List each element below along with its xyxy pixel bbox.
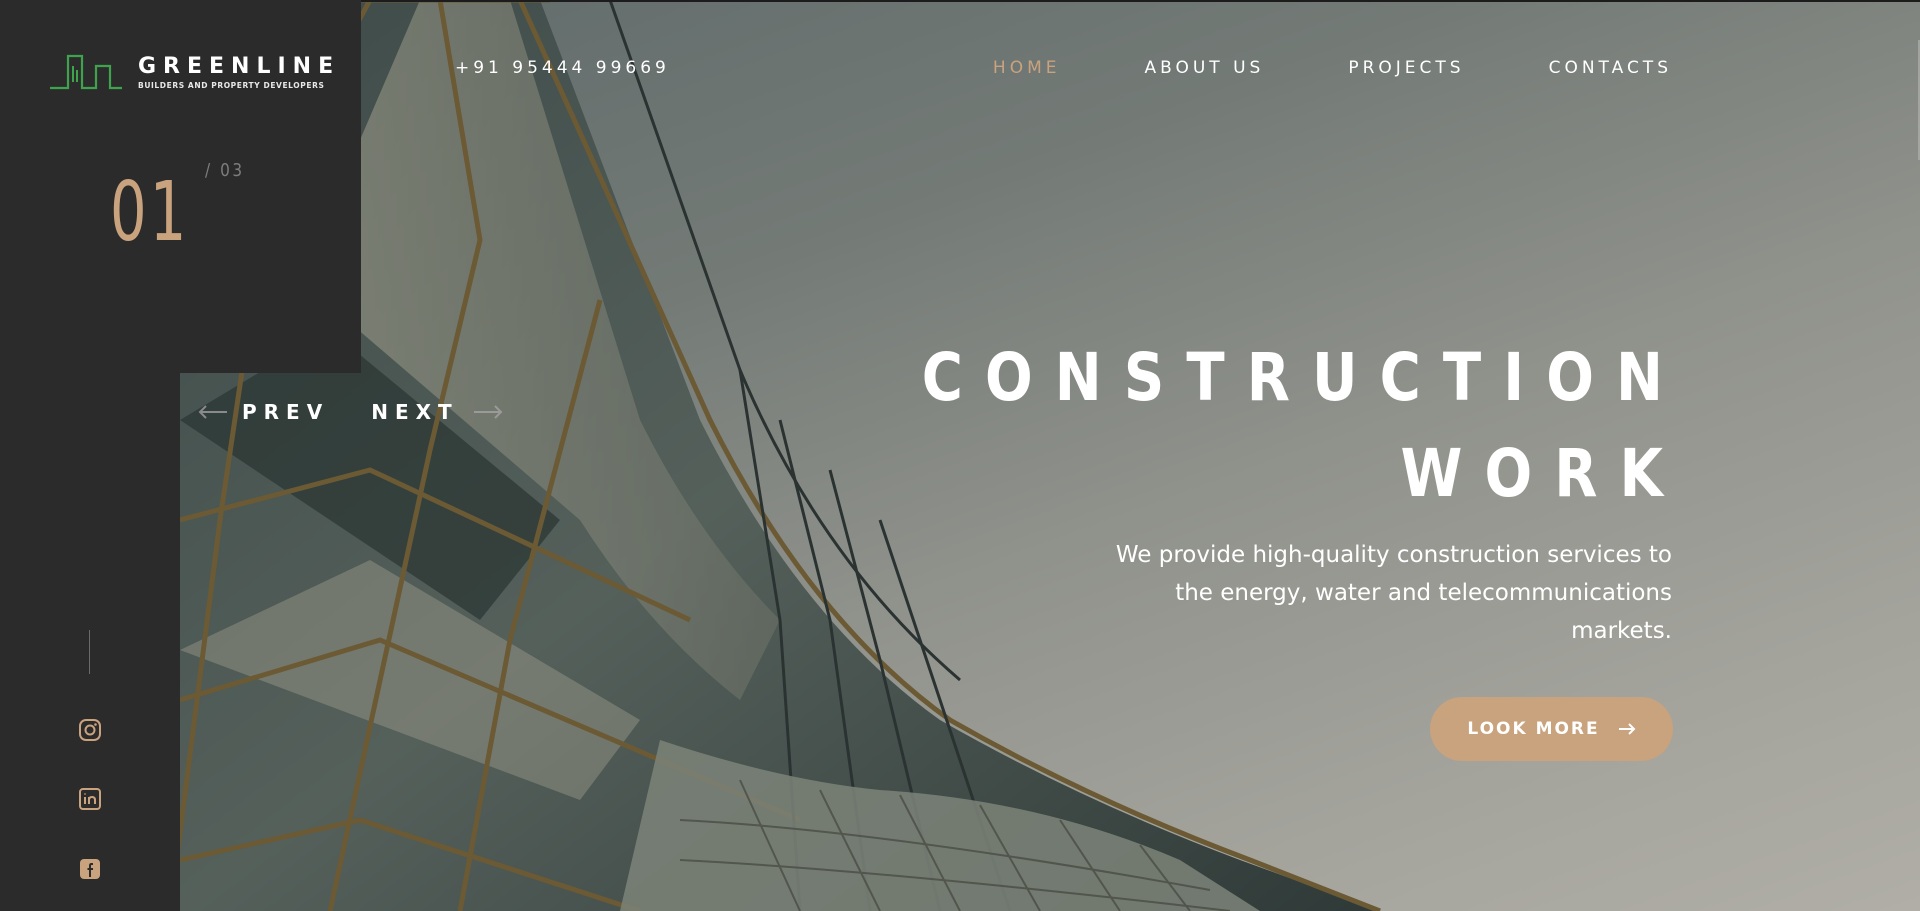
brand-panel: GREENLINE BUILDERS AND PROPERTY DEVELOPE…	[0, 0, 361, 373]
sidebar-divider	[89, 630, 90, 674]
instagram-icon[interactable]	[78, 718, 102, 742]
look-more-button[interactable]: LOOK MORE	[1430, 697, 1673, 761]
arrow-right-icon	[1618, 723, 1636, 735]
hero-title: CONSTRUCTION WORK	[922, 330, 1685, 522]
hero-title-line-1: CONSTRUCTION	[921, 339, 1685, 416]
slider-navigation: PREV NEXT	[198, 400, 503, 424]
logo-text: GREENLINE BUILDERS AND PROPERTY DEVELOPE…	[138, 54, 340, 91]
nav-home[interactable]: HOME	[993, 58, 1061, 78]
prev-button[interactable]: PREV	[198, 400, 329, 424]
main-nav: HOME ABOUT US PROJECTS CONTACTS	[993, 58, 1672, 78]
nav-projects[interactable]: PROJECTS	[1348, 58, 1464, 78]
arrow-right-icon	[473, 405, 503, 419]
arrow-left-icon	[198, 405, 227, 419]
slide-counter-current: 01	[110, 165, 190, 260]
nav-contacts[interactable]: CONTACTS	[1549, 58, 1672, 78]
look-more-label: LOOK MORE	[1467, 719, 1600, 739]
building-logo-icon	[50, 54, 122, 90]
nav-about-us[interactable]: ABOUT US	[1144, 58, 1264, 78]
hero-description: We provide high-quality construction ser…	[1115, 542, 1672, 644]
next-button[interactable]: NEXT	[371, 400, 503, 424]
top-border	[360, 0, 1920, 2]
phone-number[interactable]: +91 95444 99669	[455, 58, 670, 78]
next-label: NEXT	[371, 400, 459, 424]
prev-label: PREV	[242, 400, 330, 424]
logo[interactable]: GREENLINE BUILDERS AND PROPERTY DEVELOPE…	[48, 52, 340, 92]
linkedin-icon[interactable]	[78, 787, 102, 811]
hero-title-line-2: WORK	[1400, 435, 1685, 512]
brand-name: GREENLINE	[138, 53, 341, 79]
facebook-icon[interactable]	[78, 857, 102, 881]
brand-tagline: BUILDERS AND PROPERTY DEVELOPERS	[138, 80, 325, 90]
slide-counter-total: / 03	[205, 160, 245, 181]
